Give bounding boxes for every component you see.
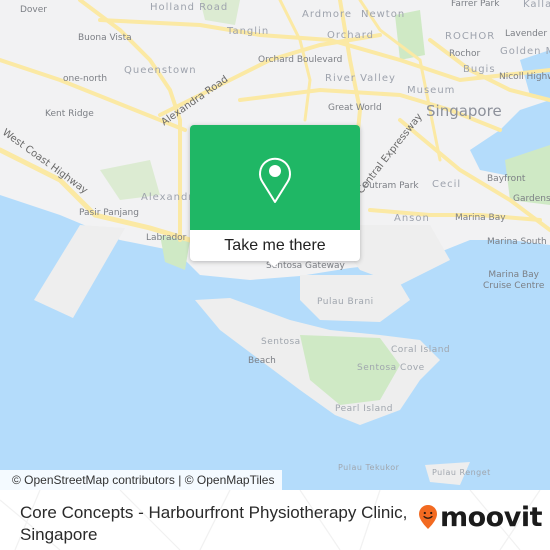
map-label-tanglin: Tanglin	[227, 26, 270, 37]
popup-header	[190, 125, 360, 230]
map-label-orchard: Orchard	[327, 30, 375, 41]
map-label-pulau-brani: Pulau Brani	[317, 297, 374, 307]
map-label-beach: Beach	[248, 356, 276, 366]
map-pin-icon	[259, 157, 291, 203]
map-label-singapore: Singapore	[426, 102, 502, 120]
moovit-smiley-pin-icon	[419, 505, 437, 529]
map-label-outram-park: Outram Park	[362, 181, 419, 191]
map-label-rochor-district: ROCHOR	[445, 31, 496, 42]
map-label-kent-ridge: Kent Ridge	[45, 109, 94, 119]
map-label-coral-island: Coral Island	[391, 345, 451, 355]
map-label-ardmore: Ardmore	[302, 9, 353, 20]
map-label-lavender: Lavender	[505, 29, 548, 39]
moovit-logo[interactable]: moovit	[418, 501, 543, 533]
map-label-one-north: one-north	[63, 74, 108, 84]
map-label-marina-south-pier: Marina South Pier	[487, 237, 550, 247]
footer: Core Concepts - Harbourfront Physiothera…	[0, 490, 550, 550]
map-label-pulau-tekukor: Pulau Tekukor	[338, 463, 400, 472]
map-label-marina-bay: Marina Bay	[455, 213, 506, 223]
map-label-museum: Museum	[407, 85, 456, 96]
map-label-sentosa: Sentosa	[261, 337, 301, 347]
map-label-farrer-park: Farrer Park	[451, 0, 500, 9]
map-label-cecil: Cecil	[432, 179, 462, 190]
map-label-pearl-island: Pearl Island	[335, 404, 393, 414]
map-label-gardens: Gardens	[513, 194, 550, 204]
map-label-sentosa-cove: Sentosa Cove	[357, 363, 425, 373]
map-label-dover: Dover	[20, 5, 47, 15]
map-label-newton: Newton	[361, 9, 406, 20]
map-label-buona-vista: Buona Vista	[78, 33, 132, 43]
map-label-rochor: Rochor	[449, 49, 481, 59]
map-label-pasir-panjang: Pasir Panjang	[79, 208, 139, 218]
map-label-marina-bay-cruise-centre: Marina Bay Cruise Centre	[483, 270, 545, 291]
popup-pointer	[267, 260, 281, 267]
take-me-there-button[interactable]: Take me there	[190, 230, 360, 261]
map-view[interactable]: Dover Holland Road Buona Vista Tanglin Q…	[0, 0, 550, 490]
map-label-bugis: Bugis	[463, 64, 496, 75]
map-label-nicoll-highway: Nicoll Highway	[499, 72, 550, 82]
map-label-golden-mile: Golden Mile	[500, 46, 550, 57]
location-popup[interactable]: Take me there	[190, 125, 360, 267]
map-label-pulau-renget: Pulau Renget	[432, 468, 491, 477]
map-label-orchard-boulevard: Orchard Boulevard	[258, 55, 343, 65]
map-label-river-valley: River Valley	[325, 73, 396, 84]
map-label-kallang: Kallang	[523, 0, 550, 10]
place-title: Core Concepts - Harbourfront Physiothera…	[20, 503, 408, 544]
map-label-great-world: Great World	[328, 103, 382, 113]
map-attribution[interactable]: © OpenStreetMap contributors | © OpenMap…	[0, 470, 283, 490]
map-label-bayfront: Bayfront	[487, 174, 526, 184]
map-label-holland-road: Holland Road	[150, 2, 229, 13]
map-label-queenstown: Queenstown	[124, 65, 197, 76]
map-label-anson: Anson	[394, 213, 430, 224]
moovit-wordmark: moovit	[440, 501, 543, 533]
